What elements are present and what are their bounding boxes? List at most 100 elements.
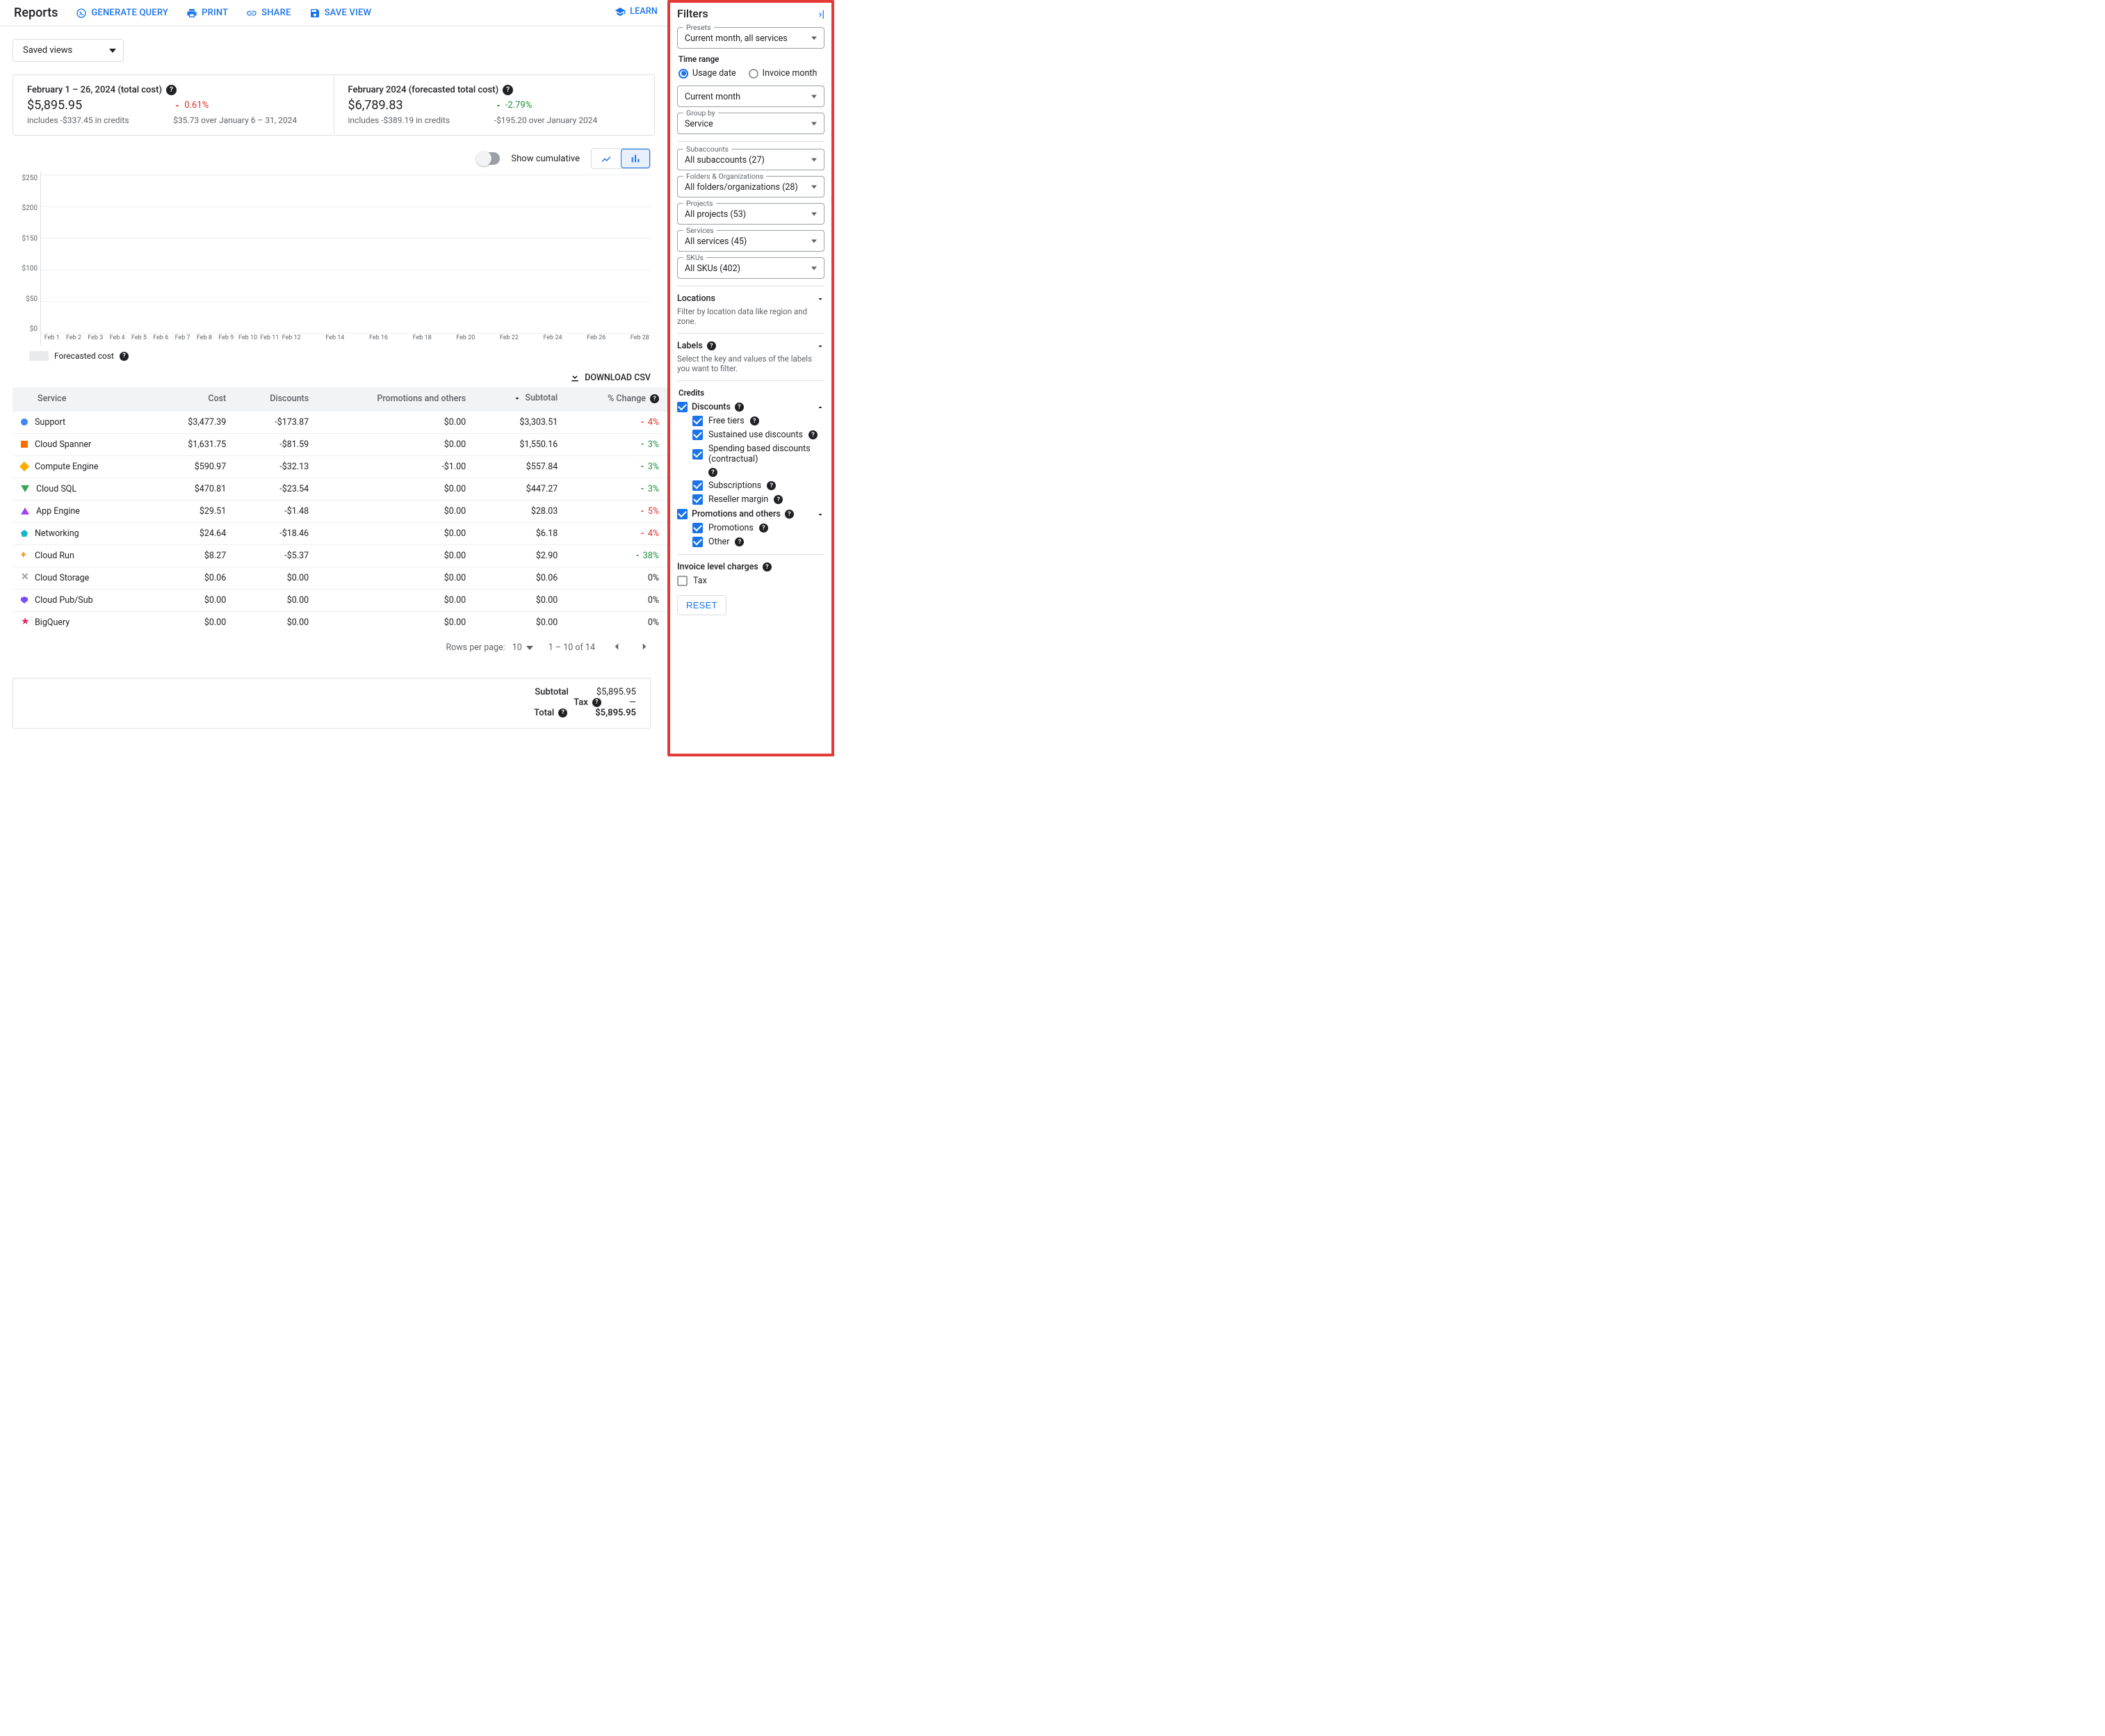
help-icon[interactable]: ?	[592, 698, 601, 707]
print-icon	[186, 8, 197, 19]
filters-title: Filters	[677, 7, 708, 20]
reset-button[interactable]: RESET	[677, 595, 726, 615]
print-button[interactable]: PRINT	[186, 8, 228, 19]
presets-select[interactable]: Presets Current month, all services	[677, 27, 824, 49]
arrow-down-icon	[494, 102, 503, 110]
forecast-cost-amount: $6,789.83	[348, 98, 494, 113]
group-by-select[interactable]: Group byService	[677, 113, 824, 134]
tax-checkbox[interactable]: Tax	[677, 576, 824, 586]
grad-cap-icon	[615, 6, 626, 17]
col-cost[interactable]: Cost	[153, 387, 234, 411]
time-range-select[interactable]: Current month	[677, 86, 824, 107]
summary-cards: February 1 – 26, 2024 (total cost)? $5,8…	[13, 74, 655, 136]
help-icon[interactable]: ?	[759, 524, 768, 533]
promotions-checkbox[interactable]: Promotions?	[692, 523, 824, 533]
promos-checkbox[interactable]	[677, 509, 688, 519]
help-icon[interactable]: ?	[785, 510, 794, 519]
share-button[interactable]: SHARE	[246, 8, 291, 19]
spending-checkbox[interactable]: Spending based discounts (contractual)	[692, 444, 824, 464]
help-icon[interactable]: ?	[166, 85, 177, 95]
rows-per-page-select[interactable]: 10	[512, 642, 533, 653]
prev-page-button[interactable]	[610, 640, 623, 656]
cumulative-toggle[interactable]	[478, 152, 500, 165]
subscriptions-checkbox[interactable]: Subscriptions?	[692, 480, 824, 491]
table-row[interactable]: ★BigQuery$0.00$0.00$0.00$0.000%	[13, 611, 667, 633]
free-tiers-checkbox[interactable]: Free tiers?	[692, 416, 824, 426]
help-icon[interactable]: ?	[750, 416, 759, 425]
labels-section[interactable]: Labels?	[677, 341, 824, 351]
help-icon[interactable]: ?	[735, 537, 744, 546]
discounts-checkbox[interactable]	[677, 402, 688, 412]
usage-date-radio[interactable]: Usage date	[678, 68, 736, 79]
help-icon[interactable]: ?	[767, 481, 776, 490]
col-subtotal[interactable]: Subtotal	[474, 387, 566, 411]
discounts-group[interactable]: Discounts?	[677, 402, 824, 412]
services-select[interactable]: ServicesAll services (45)	[677, 230, 824, 252]
bar-chart-button[interactable]	[621, 149, 650, 168]
chevron-down-icon	[816, 295, 824, 303]
forecast-legend-label: Forecasted cost	[54, 351, 114, 361]
page-range: 1 – 10 of 14	[548, 642, 595, 653]
saved-views-dropdown[interactable]: Saved views	[13, 39, 124, 62]
table-row[interactable]: Cloud Pub/Sub$0.00$0.00$0.00$0.000%	[13, 589, 667, 611]
col-discounts[interactable]: Discounts	[234, 387, 317, 411]
col-pct-change[interactable]: % Change?	[566, 387, 667, 411]
terminal-icon	[76, 8, 87, 19]
sustained-checkbox[interactable]: Sustained use discounts?	[692, 430, 824, 440]
table-row[interactable]: Cloud SQL$470.81-$23.54$0.00$447.27 3%	[13, 478, 667, 500]
caret-down-icon	[109, 49, 116, 53]
actual-cost-amount: $5,895.95	[27, 98, 173, 113]
skus-select[interactable]: SKUsAll SKUs (402)	[677, 257, 824, 279]
projects-select[interactable]: ProjectsAll projects (53)	[677, 203, 824, 225]
help-icon[interactable]: ?	[558, 708, 567, 717]
table-row[interactable]: +Cloud Run$8.27-$5.37$0.00$2.90 38%	[13, 544, 667, 567]
table-row[interactable]: Networking$24.64-$18.46$0.00$6.18 4%	[13, 522, 667, 544]
table-row[interactable]: Cloud Spanner$1,631.75-$81.59$0.00$1,550…	[13, 433, 667, 455]
col-promos[interactable]: Promotions and others	[317, 387, 474, 411]
next-page-button[interactable]	[638, 640, 651, 656]
table-row[interactable]: Compute Engine$590.97-$32.13-$1.00$557.8…	[13, 455, 667, 478]
totals-box: Subtotal$5,895.95 Tax?— Total?$5,895.95	[13, 678, 651, 729]
pager: Rows per page: 10 1 – 10 of 14	[0, 633, 667, 663]
help-icon[interactable]: ?	[774, 495, 783, 504]
download-csv-button[interactable]: DOWNLOAD CSV	[585, 373, 651, 383]
help-icon[interactable]: ?	[735, 403, 744, 412]
cost-chart: $250$200$150$100$50$0 Feb 1Feb 2Feb 3Feb…	[13, 172, 651, 346]
saved-views-label: Saved views	[23, 45, 72, 56]
help-icon[interactable]: ?	[503, 85, 513, 95]
sort-desc-icon	[513, 394, 521, 403]
folders-select[interactable]: Folders & OrganizationsAll folders/organ…	[677, 176, 824, 197]
col-service[interactable]: Service	[13, 387, 153, 411]
other-checkbox[interactable]: Other?	[692, 537, 824, 547]
reseller-checkbox[interactable]: Reseller margin?	[692, 494, 824, 505]
promos-group[interactable]: Promotions and others?	[677, 509, 824, 519]
locations-section[interactable]: Locations	[677, 293, 824, 304]
save-icon	[309, 8, 320, 19]
credits-label: Credits	[678, 388, 824, 398]
filters-panel: Filters ›| Presets Current month, all se…	[667, 0, 834, 756]
chevron-up-icon	[816, 403, 824, 412]
learn-button[interactable]: LEARN	[615, 6, 658, 17]
collapse-panel-icon[interactable]: ›|	[819, 8, 824, 20]
table-row[interactable]: App Engine$29.51-$1.48$0.00$28.03 5%	[13, 500, 667, 522]
help-icon[interactable]: ?	[120, 352, 129, 361]
bar-chart-icon	[630, 153, 641, 164]
actual-delta: 0.61%	[173, 98, 319, 113]
generate-query-button[interactable]: GENERATE QUERY	[76, 8, 168, 19]
help-icon[interactable]: ?	[763, 562, 772, 571]
invoice-month-radio[interactable]: Invoice month	[749, 68, 818, 79]
help-icon[interactable]: ?	[708, 468, 717, 477]
link-icon	[246, 8, 257, 19]
table-row[interactable]: ✕Cloud Storage$0.06$0.00$0.00$0.060%	[13, 567, 667, 589]
forecast-delta: -2.79%	[494, 98, 640, 113]
line-chart-button[interactable]	[592, 149, 621, 168]
time-range-label: Time range	[678, 54, 824, 64]
table-row[interactable]: Support$3,477.39-$173.87$0.00$3,303.51 4…	[13, 411, 667, 433]
save-view-button[interactable]: SAVE VIEW	[309, 8, 372, 19]
help-icon[interactable]: ?	[808, 430, 818, 439]
subaccounts-select[interactable]: SubaccountsAll subaccounts (27)	[677, 149, 824, 170]
help-icon[interactable]: ?	[650, 394, 659, 403]
forecast-cost-card: February 2024 (forecasted total cost)? $…	[334, 75, 655, 135]
help-icon[interactable]: ?	[707, 341, 716, 350]
chevron-up-icon	[816, 510, 824, 519]
